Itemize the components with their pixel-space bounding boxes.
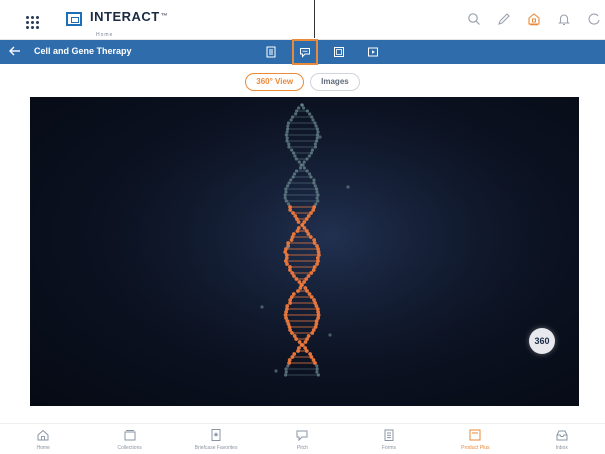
pencil-icon[interactable] [497,12,511,26]
nav-pitch[interactable]: Pitch [259,424,345,454]
view-toggle: 360° View Images [0,73,605,93]
logo-subtitle: Home [96,32,113,38]
nav-forms[interactable]: Forms [346,424,432,454]
nav-briefcase-favorites[interactable]: Briefcase Favorites [173,424,259,454]
nav-home[interactable]: Home [0,424,86,454]
bell-icon[interactable] [557,12,571,26]
page-title: Cell and Gene Therapy [34,46,132,56]
search-icon[interactable] [467,12,481,26]
toggle-360-view[interactable]: 360° View [245,73,304,91]
gallery-view-button[interactable] [330,43,348,61]
product-plus-icon [468,428,482,442]
top-actions [467,12,605,28]
panorama-viewer[interactable]: 360 [30,97,579,406]
collections-icon [123,428,137,442]
dna-helix-image [30,97,579,406]
forms-icon [382,428,396,442]
nav-inbox[interactable]: Inbox [519,424,605,454]
title-bar: Cell and Gene Therapy [0,40,605,64]
logo-text: INTERACT™ [90,10,168,24]
callout-line [314,0,315,38]
pitch-view-button[interactable] [296,43,314,61]
bookmark-icon [209,428,223,442]
home-icon [36,428,50,442]
bottom-nav: Home Collections Briefcase Favorites Pit… [0,423,605,454]
top-bar: INTERACT™ Home [0,0,605,40]
toggle-images[interactable]: Images [310,73,360,91]
logo-mark-icon [66,12,82,26]
inbox-icon [555,428,569,442]
video-view-button[interactable] [364,43,382,61]
document-view-button[interactable] [262,43,280,61]
view-mode-toolbar [262,43,382,61]
360-badge-icon[interactable]: 360 [529,328,555,354]
home-lock-icon[interactable] [527,12,541,26]
app-logo[interactable]: INTERACT™ Home [66,10,168,34]
apps-grid-icon[interactable] [26,16,38,28]
pitch-icon [295,428,309,442]
back-arrow-icon[interactable] [8,43,22,62]
nav-collections[interactable]: Collections [86,424,172,454]
refresh-icon[interactable] [587,12,601,26]
nav-product-plus[interactable]: Product Plus [432,424,518,454]
